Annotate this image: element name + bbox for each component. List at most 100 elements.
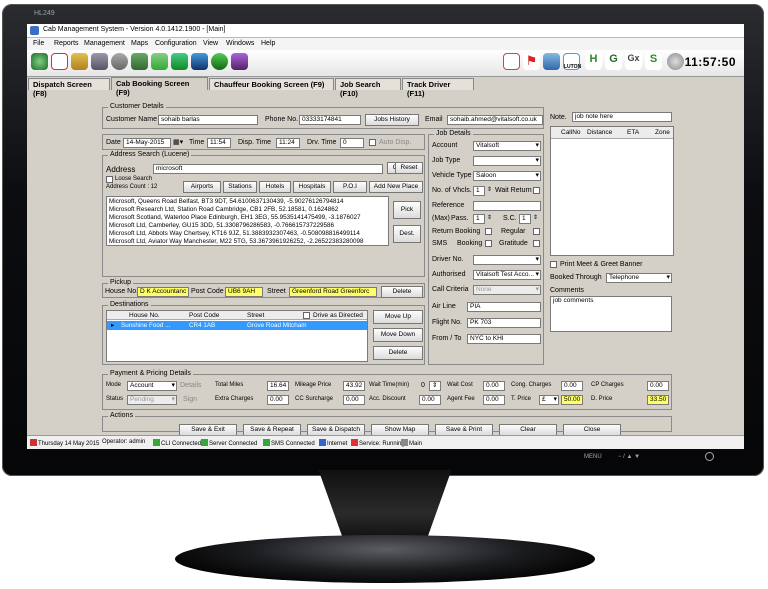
monitor-controls[interactable]: − / ▲ ▼ [618, 454, 640, 460]
move-up-button[interactable]: Move Up [373, 310, 423, 324]
sc-spin-icon[interactable]: ⇕ [533, 214, 538, 221]
customer-name-input[interactable]: sohaib barlas [158, 115, 258, 125]
tab-cab-booking[interactable]: Cab Booking Screen (F9) [111, 77, 208, 97]
pickup-delete-button[interactable]: Delete [381, 286, 423, 298]
pick-button[interactable]: Pick [393, 201, 421, 219]
cp-charges-input[interactable]: 0.00 [647, 381, 669, 391]
t-price-input[interactable]: 50.00 [561, 395, 583, 405]
return-booking-checkbox[interactable] [485, 228, 492, 235]
mileage-price-input[interactable]: 43.92 [343, 381, 365, 391]
gratitude-checkbox[interactable] [533, 240, 540, 247]
driver-no-select[interactable] [473, 255, 541, 265]
date-input[interactable]: 14-May-2015 [123, 138, 171, 148]
print-meet-checkbox[interactable] [550, 261, 557, 268]
luton-icon[interactable]: LUTON [563, 53, 581, 70]
bookings-list-icon[interactable] [71, 53, 88, 70]
vehicles-input[interactable]: 1 [473, 186, 485, 196]
hotels-button[interactable]: Hotels [259, 181, 291, 193]
skype-icon[interactable] [231, 53, 248, 70]
address-result[interactable]: Microsoft Ltd, Abbots Way Chertsey, KT16… [109, 230, 386, 238]
note-input[interactable]: job note here [572, 112, 672, 122]
cong-charges-input[interactable]: 0.00 [561, 381, 583, 391]
menu-help[interactable]: Help [261, 40, 275, 47]
dest-delete-button[interactable]: Delete [373, 346, 423, 360]
map-icon[interactable] [151, 53, 168, 70]
power-icon[interactable] [705, 452, 714, 461]
address-result[interactable]: Microsoft Scotland, Waterloo Place Edinb… [109, 214, 386, 222]
menu-file[interactable]: File [33, 40, 44, 47]
monitor-menu-button[interactable]: MENU [584, 454, 602, 460]
d-price-input[interactable]: 33.50 [647, 395, 669, 405]
stansted-icon[interactable]: S [645, 53, 662, 70]
time-input[interactable]: 11:54 [207, 138, 231, 148]
hospitals-button[interactable]: Hospitals [293, 181, 331, 193]
regular-checkbox[interactable] [533, 228, 540, 235]
menu-windows[interactable]: Windows [226, 40, 254, 47]
drv-time-input[interactable]: 0 [340, 138, 364, 148]
flag-icon[interactable]: ⚑ [523, 53, 540, 70]
reset-button[interactable]: Reset [395, 162, 423, 174]
call-criteria-select[interactable]: None [473, 285, 541, 295]
loose-search-checkbox[interactable] [106, 176, 113, 183]
money-icon[interactable] [171, 53, 188, 70]
driver-icon[interactable] [91, 53, 108, 70]
tab-chauffeur-booking[interactable]: Chauffeur Booking Screen (F9) [209, 78, 334, 90]
calendar-dropdown-icon[interactable]: ▦▾ [173, 138, 183, 146]
tab-dispatch[interactable]: Dispatch Screen (F8) [28, 78, 110, 98]
auto-disp-checkbox[interactable] [369, 139, 376, 146]
pickup-street-input[interactable]: Greenford Road Greenforc [289, 287, 377, 297]
comments-textarea[interactable]: job comments [550, 296, 672, 332]
globe-icon[interactable] [31, 53, 48, 70]
address-result[interactable]: Microsoft Ltd, Aviator Way Manchester, M… [109, 238, 386, 245]
status-main[interactable]: Main [401, 439, 422, 447]
wait-cost-input[interactable]: 0.00 [483, 381, 505, 391]
reference-input[interactable] [473, 201, 541, 211]
menu-maps[interactable]: Maps [131, 40, 148, 47]
poi-button[interactable]: P.O.I [333, 181, 367, 193]
airline-input[interactable]: PIA [467, 302, 541, 312]
pass-input[interactable]: 1 [473, 214, 485, 224]
agent-fee-input[interactable]: 0.00 [483, 395, 505, 405]
authorised-select[interactable]: Vitalsoft Test Acco... [473, 270, 541, 280]
cc-surcharge-input[interactable]: 0.00 [343, 395, 365, 405]
vehicles-spin-icon[interactable]: ⇕ [487, 186, 492, 193]
menu-view[interactable]: View [203, 40, 218, 47]
menu-configuration[interactable]: Configuration [155, 40, 197, 47]
pickup-house-input[interactable]: D K Accountanc [137, 287, 189, 297]
phone-icon[interactable] [191, 53, 208, 70]
dest-button[interactable]: Dest. [393, 225, 421, 243]
flight-input[interactable]: PK 703 [467, 318, 541, 328]
total-miles-input[interactable]: 16.64 [267, 381, 289, 391]
sms-booking-checkbox[interactable] [485, 240, 492, 247]
jobs-history-button[interactable]: Jobs History [365, 114, 419, 126]
airports-button[interactable]: Airports [183, 181, 221, 193]
wait-return-checkbox[interactable] [533, 187, 540, 194]
account-select[interactable]: Vitalsoft [473, 141, 541, 151]
address-result[interactable]: Microsoft Research Ltd, Station Road Cam… [109, 206, 386, 214]
table-row[interactable]: ▸ Sunshine Food ... CR4 1AB Grove Road M… [107, 321, 367, 330]
vehicle-icon[interactable] [131, 53, 148, 70]
address-result[interactable]: Microsoft, Queens Road Belfast, BT3 9DT,… [109, 198, 386, 206]
add-new-place-button[interactable]: Add New Place [369, 181, 423, 193]
drive-directed-checkbox[interactable] [303, 312, 310, 319]
calendar-icon[interactable] [503, 53, 520, 70]
from-to-input[interactable]: NYC to KHI [467, 334, 541, 344]
tab-job-search[interactable]: Job Search (F10) [335, 78, 401, 98]
email-input[interactable]: sohaib.ahmed@vitalsoft.co.uk [447, 115, 543, 125]
phone-input[interactable]: 03333174841 [299, 115, 361, 125]
mode-select[interactable]: Account [127, 381, 177, 391]
disp-time-input[interactable]: 11:24 [276, 138, 300, 148]
settings-icon[interactable] [111, 53, 128, 70]
address-result[interactable]: Microsoft Ltd, Camberley, GU15 3DD, 51.3… [109, 222, 386, 230]
wait-time-spin[interactable]: ⇕ [429, 381, 441, 391]
address-input[interactable]: microsoft [153, 164, 383, 174]
pass-spin-icon[interactable]: ⇕ [487, 214, 492, 221]
move-down-button[interactable]: Move Down [373, 328, 423, 342]
booking-icon[interactable] [51, 53, 68, 70]
currency-select[interactable]: £ [539, 395, 559, 405]
extra-charges-input[interactable]: 0.00 [267, 395, 289, 405]
vehicle-type-select[interactable]: Saloon [473, 171, 541, 181]
tab-track-driver[interactable]: Track Driver (F11) [402, 78, 474, 98]
sc-input[interactable]: 1 [519, 214, 531, 224]
gx-icon[interactable]: Gx [625, 53, 642, 70]
